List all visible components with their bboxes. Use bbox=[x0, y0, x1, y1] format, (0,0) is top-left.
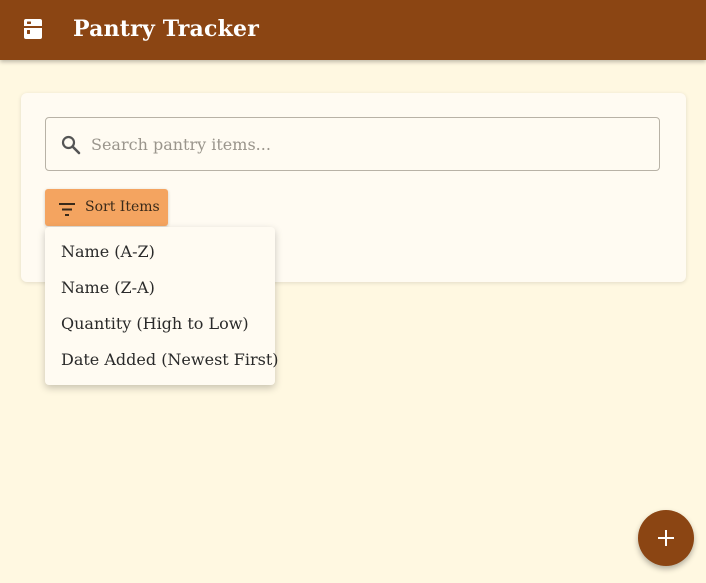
sort-option-name-desc[interactable]: Name (Z-A) bbox=[45, 270, 275, 306]
sort-option-name-asc[interactable]: Name (A-Z) bbox=[45, 234, 275, 270]
search-field[interactable] bbox=[45, 117, 660, 171]
app-bar: Pantry Tracker bbox=[0, 0, 706, 60]
filter-list-icon bbox=[59, 201, 75, 216]
sort-option-quantity-desc[interactable]: Quantity (High to Low) bbox=[45, 306, 275, 342]
plus-icon bbox=[658, 530, 674, 546]
sort-menu: Name (A-Z) Name (Z-A) Quantity (High to … bbox=[45, 227, 279, 385]
search-icon bbox=[61, 135, 81, 155]
add-item-button[interactable] bbox=[638, 510, 694, 566]
sort-items-button[interactable]: Sort Items bbox=[45, 189, 168, 226]
pantry-box-icon bbox=[24, 19, 42, 39]
sort-items-label: Sort Items bbox=[85, 199, 160, 215]
app-title: Pantry Tracker bbox=[73, 16, 260, 42]
sort-option-date-newest[interactable]: Date Added (Newest First) bbox=[45, 342, 279, 378]
search-input[interactable] bbox=[91, 119, 651, 169]
